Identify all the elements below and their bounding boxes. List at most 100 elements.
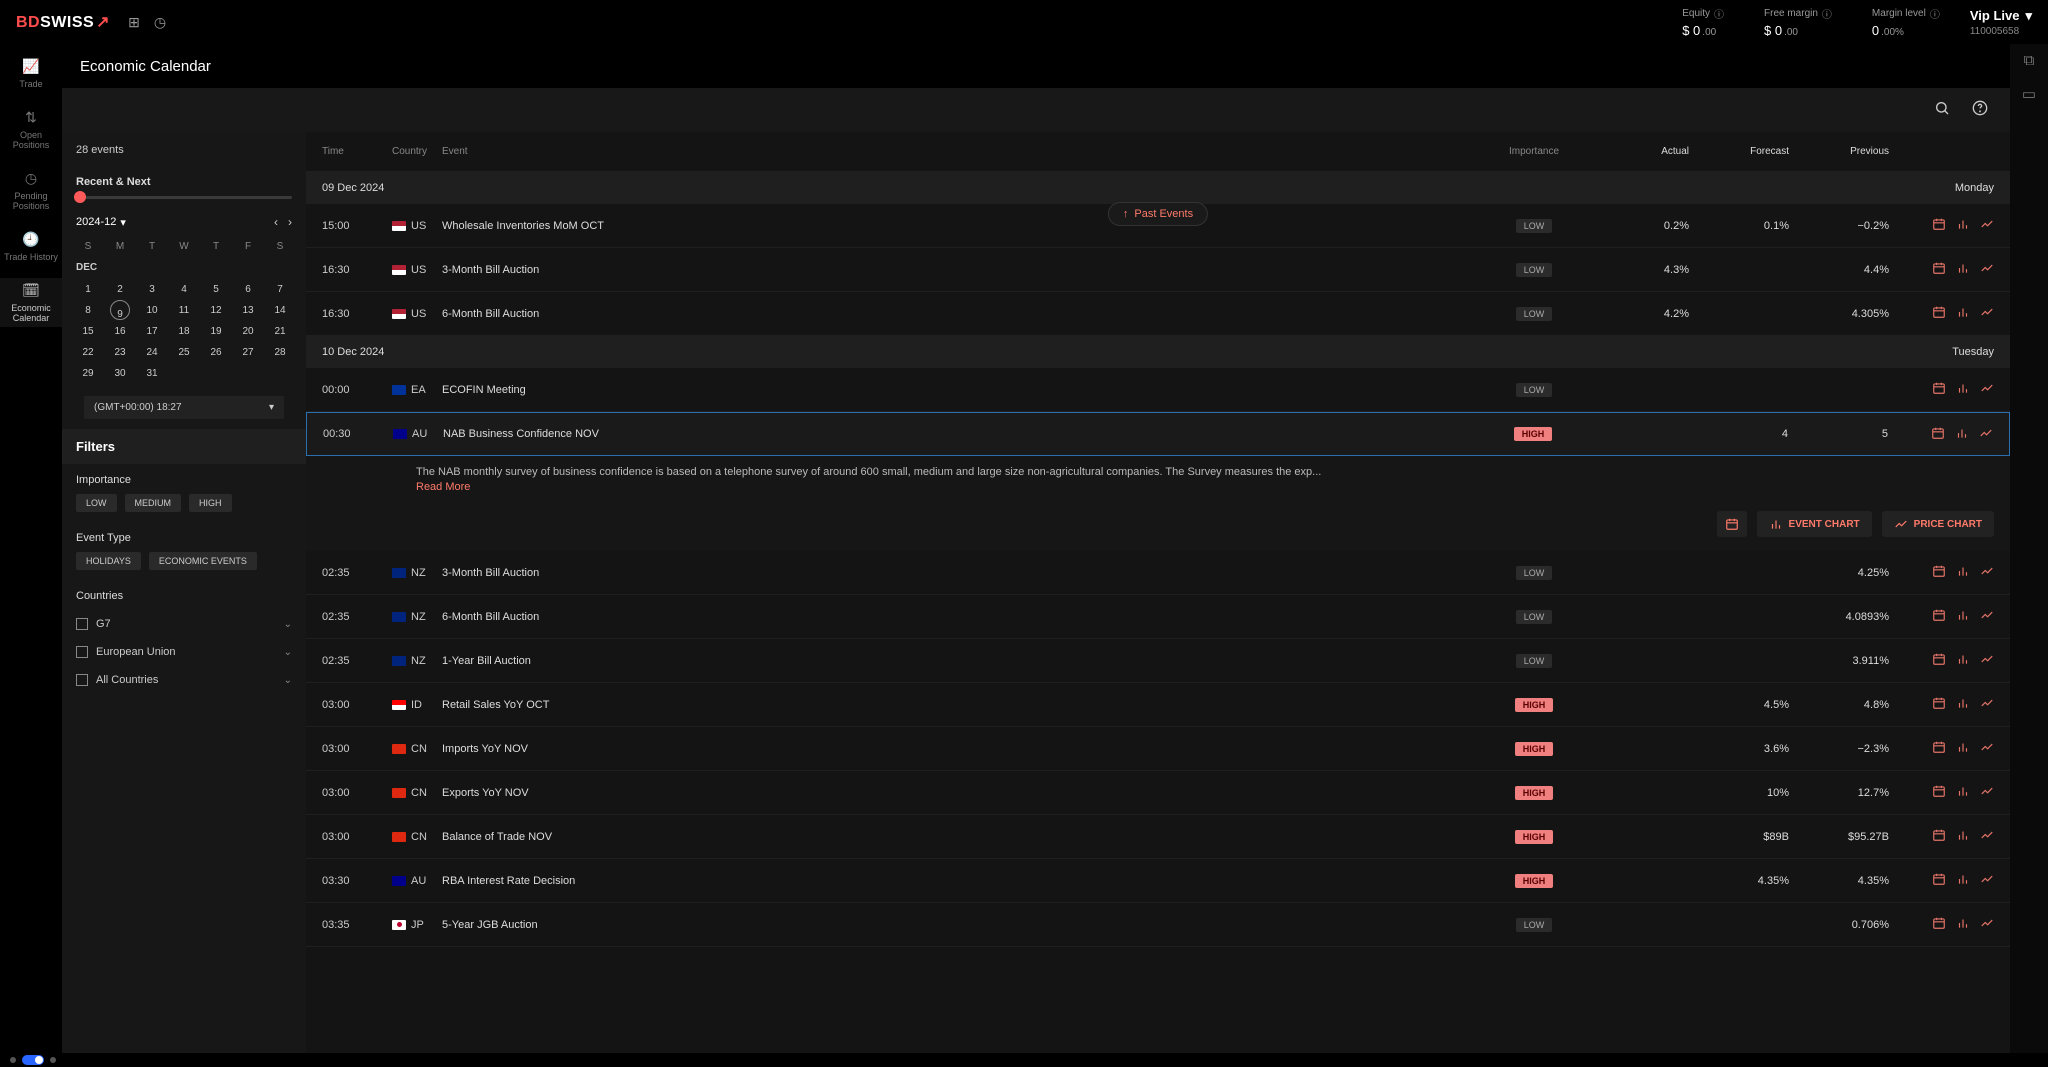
calendar-day[interactable]: 8: [72, 300, 104, 321]
help-icon[interactable]: ⓘ: [1822, 6, 1832, 21]
row-event-chart-icon[interactable]: [1956, 305, 1970, 322]
nav-trade[interactable]: 📈Trade: [0, 54, 62, 93]
timezone-select[interactable]: (GMT+00:00) 18:27▾: [84, 396, 284, 419]
search-icon[interactable]: [1934, 100, 1950, 121]
row-price-chart-icon[interactable]: [1980, 564, 1994, 581]
event-type-chip[interactable]: HOLIDAYS: [76, 552, 141, 570]
row-event-chart-icon[interactable]: [1956, 564, 1970, 581]
calendar-day[interactable]: 1: [72, 279, 104, 300]
help-icon[interactable]: [1972, 100, 1988, 121]
checkbox[interactable]: [76, 646, 88, 658]
calendar-day[interactable]: 30: [104, 363, 136, 384]
row-price-chart-icon[interactable]: [1979, 426, 1993, 443]
help-icon[interactable]: ⓘ: [1714, 6, 1724, 21]
event-type-chip[interactable]: ECONOMIC EVENTS: [149, 552, 257, 570]
calendar-day[interactable]: 23: [104, 342, 136, 363]
checkbox[interactable]: [76, 674, 88, 686]
row-event-chart-icon[interactable]: [1956, 916, 1970, 933]
row-calendar-icon[interactable]: [1932, 217, 1946, 234]
row-calendar-icon[interactable]: [1932, 381, 1946, 398]
event-row[interactable]: 02:35NZ6-Month Bill AuctionLOW4.0893%: [306, 595, 2010, 639]
calendar-day[interactable]: 18: [168, 321, 200, 342]
event-chart-button[interactable]: EVENT CHART: [1757, 511, 1872, 537]
importance-chip[interactable]: LOW: [76, 494, 117, 512]
row-event-chart-icon[interactable]: [1956, 261, 1970, 278]
row-price-chart-icon[interactable]: [1980, 305, 1994, 322]
calendar-day[interactable]: 12: [200, 300, 232, 321]
row-price-chart-icon[interactable]: [1980, 261, 1994, 278]
calendar-day[interactable]: 21: [264, 321, 296, 342]
calendar-day[interactable]: 3: [136, 279, 168, 300]
event-row[interactable]: 03:30AURBA Interest Rate DecisionHIGH4.3…: [306, 859, 2010, 903]
calendar-day[interactable]: 27: [232, 342, 264, 363]
row-calendar-icon[interactable]: [1932, 261, 1946, 278]
row-price-chart-icon[interactable]: [1980, 784, 1994, 801]
row-calendar-icon[interactable]: [1932, 784, 1946, 801]
event-row[interactable]: 03:00CNExports YoY NOVHIGH10%12.7%: [306, 771, 2010, 815]
country-filter-row[interactable]: European Union⌄: [76, 638, 292, 666]
apps-icon[interactable]: ⊞: [128, 14, 140, 31]
event-row[interactable]: 16:30US3-Month Bill AuctionLOW4.3%4.4%: [306, 248, 2010, 292]
event-row[interactable]: 03:00CNBalance of Trade NOVHIGH$89B$95.2…: [306, 815, 2010, 859]
row-event-chart-icon[interactable]: [1956, 872, 1970, 889]
calendar-day[interactable]: 19: [200, 321, 232, 342]
timeline-slider[interactable]: [76, 196, 292, 199]
event-row[interactable]: 02:35NZ1-Year Bill AuctionLOW3.911%: [306, 639, 2010, 683]
row-calendar-icon[interactable]: [1931, 426, 1945, 443]
nav-trade-history[interactable]: 🕘Trade History: [0, 227, 62, 266]
row-event-chart-icon[interactable]: [1956, 652, 1970, 669]
calendar-day[interactable]: 14: [264, 300, 296, 321]
country-filter-row[interactable]: All Countries⌄: [76, 666, 292, 694]
row-price-chart-icon[interactable]: [1980, 916, 1994, 933]
row-price-chart-icon[interactable]: [1980, 381, 1994, 398]
row-price-chart-icon[interactable]: [1980, 696, 1994, 713]
country-filter-row[interactable]: G7⌄: [76, 610, 292, 638]
calendar-day[interactable]: 22: [72, 342, 104, 363]
event-row[interactable]: 03:35JP5-Year JGB AuctionLOW0.706%: [306, 903, 2010, 947]
calendar-day[interactable]: 4: [168, 279, 200, 300]
row-event-chart-icon[interactable]: [1956, 784, 1970, 801]
calendar-day[interactable]: 11: [168, 300, 200, 321]
row-calendar-icon[interactable]: [1932, 872, 1946, 889]
nav-economic-calendar[interactable]: 🗓Economic Calendar: [0, 278, 62, 327]
calendar-month-selector[interactable]: 2024-12▾: [76, 216, 126, 229]
calendar-day[interactable]: 6: [232, 279, 264, 300]
calendar-day[interactable]: 5: [200, 279, 232, 300]
calendar-day[interactable]: 16: [104, 321, 136, 342]
calendar-day[interactable]: 10: [136, 300, 168, 321]
row-price-chart-icon[interactable]: [1980, 740, 1994, 757]
calendar-day[interactable]: 7: [264, 279, 296, 300]
row-calendar-icon[interactable]: [1932, 916, 1946, 933]
globe-icon[interactable]: ◷: [154, 14, 166, 31]
event-row[interactable]: 02:35NZ3-Month Bill AuctionLOW4.25%: [306, 551, 2010, 595]
row-price-chart-icon[interactable]: [1980, 608, 1994, 625]
importance-chip[interactable]: MEDIUM: [125, 494, 182, 512]
add-to-calendar-button[interactable]: [1717, 511, 1747, 537]
nav-pending-positions[interactable]: ◷Pending Positions: [0, 166, 62, 215]
row-calendar-icon[interactable]: [1932, 564, 1946, 581]
event-row[interactable]: 16:30US6-Month Bill AuctionLOW4.2%4.305%: [306, 292, 2010, 336]
past-events-button[interactable]: ↑Past Events: [1108, 202, 1208, 226]
event-row[interactable]: 03:00IDRetail Sales YoY OCTHIGH4.5%4.8%: [306, 683, 2010, 727]
event-row[interactable]: 03:00CNImports YoY NOVHIGH3.6%−2.3%: [306, 727, 2010, 771]
calendar-day[interactable]: 28: [264, 342, 296, 363]
calendar-prev[interactable]: ‹: [274, 215, 278, 229]
row-calendar-icon[interactable]: [1932, 652, 1946, 669]
row-price-chart-icon[interactable]: [1980, 217, 1994, 234]
calendar-day[interactable]: 29: [72, 363, 104, 384]
row-event-chart-icon[interactable]: [1956, 828, 1970, 845]
nav-open-positions[interactable]: ⇅Open Positions: [0, 105, 62, 154]
calendar-day[interactable]: 20: [232, 321, 264, 342]
price-chart-button[interactable]: PRICE CHART: [1882, 511, 1994, 537]
event-row[interactable]: 00:00EAECOFIN MeetingLOW: [306, 368, 2010, 412]
calendar-day[interactable]: 17: [136, 321, 168, 342]
calendar-day[interactable]: 24: [136, 342, 168, 363]
row-price-chart-icon[interactable]: [1980, 652, 1994, 669]
row-calendar-icon[interactable]: [1932, 608, 1946, 625]
event-row[interactable]: 00:30AUNAB Business Confidence NOVHIGH45: [306, 412, 2010, 456]
row-event-chart-icon[interactable]: [1956, 696, 1970, 713]
importance-chip[interactable]: HIGH: [189, 494, 232, 512]
calendar-next[interactable]: ›: [288, 215, 292, 229]
brand-logo[interactable]: BDSWISS↗: [16, 12, 110, 32]
account-switcher[interactable]: Vip Live▾ 110005658: [1970, 8, 2032, 37]
